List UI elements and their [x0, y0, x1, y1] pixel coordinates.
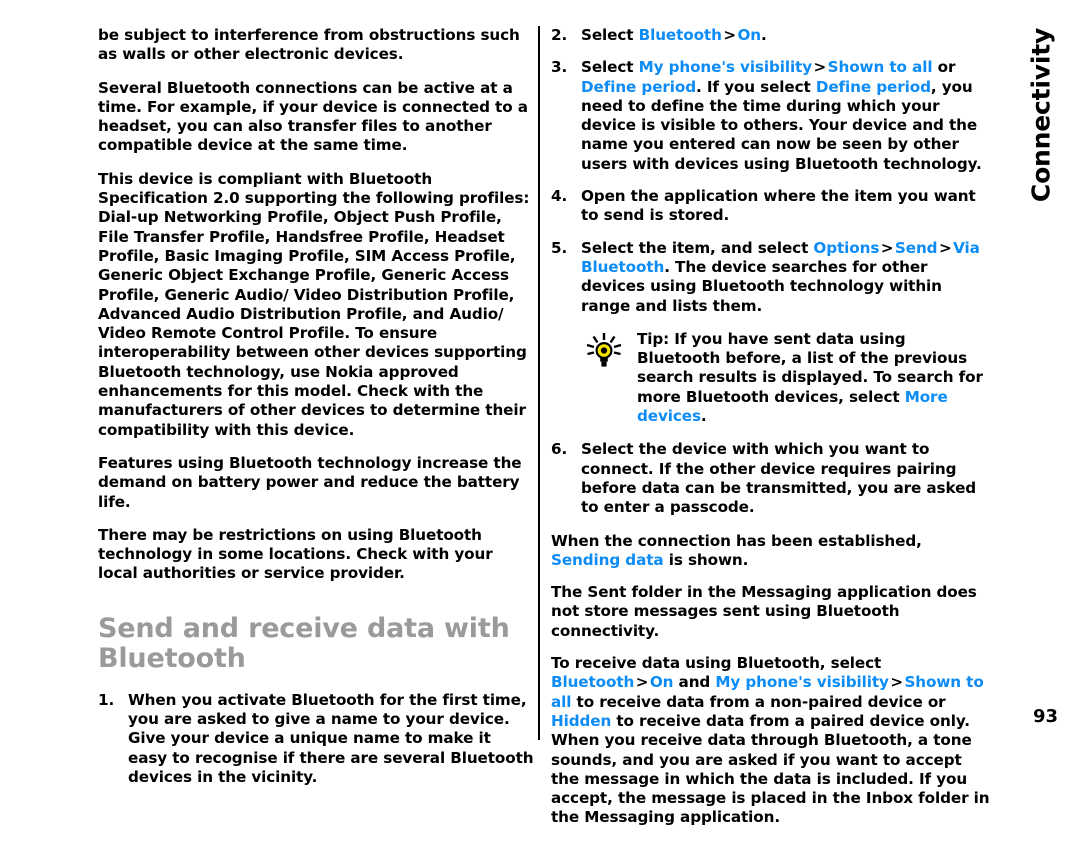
column-divider	[538, 26, 540, 740]
paragraph-battery: Features using Bluetooth technology incr…	[98, 453, 522, 511]
receive-mid-1: and	[673, 673, 716, 692]
step-text: Open the application where the item you …	[581, 187, 976, 225]
link-sending-data[interactable]: Sending data	[551, 551, 664, 569]
step3-mid-1: or	[932, 58, 956, 77]
link-on[interactable]: On	[737, 26, 761, 44]
list-item: 2. Select Bluetooth>On.	[551, 26, 992, 45]
link-define-period-2[interactable]: Define period	[816, 78, 931, 96]
steps-list-right-b: 6. Select the device with which you want…	[551, 440, 992, 517]
separator-gt: >	[890, 673, 903, 692]
left-column: be subject to interference from obstruct…	[98, 26, 534, 801]
sending-suffix: is shown.	[663, 550, 749, 569]
step3-prefix: Select	[581, 58, 639, 77]
step-number: 4.	[551, 187, 568, 206]
paragraph-specification: This device is compliant with Bluetooth …	[98, 169, 530, 439]
sending-prefix: When the connection has been established…	[551, 531, 922, 550]
link-send[interactable]: Send	[895, 239, 938, 257]
separator-gt: >	[635, 673, 649, 692]
link-bluetooth[interactable]: Bluetooth	[639, 26, 722, 44]
step-number: 5.	[551, 238, 568, 257]
chapter-side-tab-label: Connectivity	[1026, 27, 1056, 203]
tip-label: Tip:	[637, 329, 670, 348]
separator-gt: >	[938, 238, 952, 257]
page-number: 93	[1032, 706, 1058, 727]
step-number: 3.	[551, 58, 568, 77]
step2-prefix: Select	[581, 26, 639, 44]
steps-list-right-a: 2. Select Bluetooth>On. 3. Select My pho…	[551, 26, 992, 316]
link-bluetooth-2[interactable]: Bluetooth	[551, 673, 634, 691]
step-text: Select the device with which you want to…	[581, 440, 977, 517]
section-heading: Send and receive data with Bluetooth	[98, 612, 510, 674]
step3-mid-2: . If you select	[696, 77, 816, 96]
link-my-phones-visibility[interactable]: My phone's visibility	[639, 58, 813, 76]
link-define-period[interactable]: Define period	[581, 78, 696, 96]
paragraph-connections: Several Bluetooth connections can be act…	[98, 78, 528, 155]
receive-mid-2: to receive data from a non-paired device…	[571, 692, 946, 711]
tip-text-2: .	[700, 407, 707, 426]
step2-suffix: .	[760, 26, 767, 44]
step-number: 6.	[551, 440, 568, 459]
link-shown-to-all[interactable]: Shown to all	[828, 58, 933, 76]
list-item: 6. Select the device with which you want…	[551, 440, 992, 517]
step-number: 1.	[98, 690, 115, 709]
link-options[interactable]: Options	[813, 239, 879, 257]
tip-block: Tip: If you have sent data using Bluetoo…	[551, 330, 992, 426]
lightbulb-icon	[584, 332, 624, 370]
paragraph-interference: be subject to interference from obstruct…	[98, 26, 520, 64]
steps-list-left: 1. When you activate Bluetooth for the f…	[98, 691, 534, 787]
link-on-2[interactable]: On	[650, 673, 674, 691]
step-text: Select Bluetooth>On.	[581, 26, 767, 44]
step-text: When you activate Bluetooth for the firs…	[128, 690, 534, 786]
link-hidden[interactable]: Hidden	[551, 712, 611, 730]
step-text: Select My phone's visibility>Shown to al…	[581, 58, 982, 172]
paragraph-sending-data: When the connection has been established…	[551, 532, 992, 571]
link-my-phones-visibility-2[interactable]: My phone's visibility	[715, 673, 889, 691]
list-item: 4. Open the application where the item y…	[551, 187, 992, 226]
step-text: Select the item, and select Options>Send…	[581, 239, 980, 315]
chapter-side-tab: Connectivity	[1002, 0, 1080, 230]
tip-text: Tip: If you have sent data using Bluetoo…	[637, 330, 992, 426]
receive-suffix: to receive data from a paired device onl…	[551, 711, 990, 827]
paragraph-sent-folder: The Sent folder in the Messaging applica…	[551, 583, 977, 640]
list-item: 3. Select My phone's visibility>Shown to…	[551, 58, 992, 174]
step-number: 2.	[551, 26, 568, 44]
receive-prefix: To receive data using Bluetooth, select	[551, 654, 882, 673]
separator-gt: >	[880, 238, 894, 257]
list-item: 5. Select the item, and select Options>S…	[551, 239, 992, 316]
manual-page: be subject to interference from obstruct…	[0, 0, 1080, 826]
paragraph-receive-data: To receive data using Bluetooth, select …	[551, 654, 992, 828]
separator-gt: >	[723, 26, 736, 44]
right-column: 2. Select Bluetooth>On. 3. Select My pho…	[551, 26, 992, 842]
separator-gt: >	[813, 58, 827, 77]
list-item: 1. When you activate Bluetooth for the f…	[98, 691, 534, 787]
paragraph-restrictions: There may be restrictions on using Bluet…	[98, 525, 493, 583]
step5-prefix: Select the item, and select	[581, 238, 814, 257]
